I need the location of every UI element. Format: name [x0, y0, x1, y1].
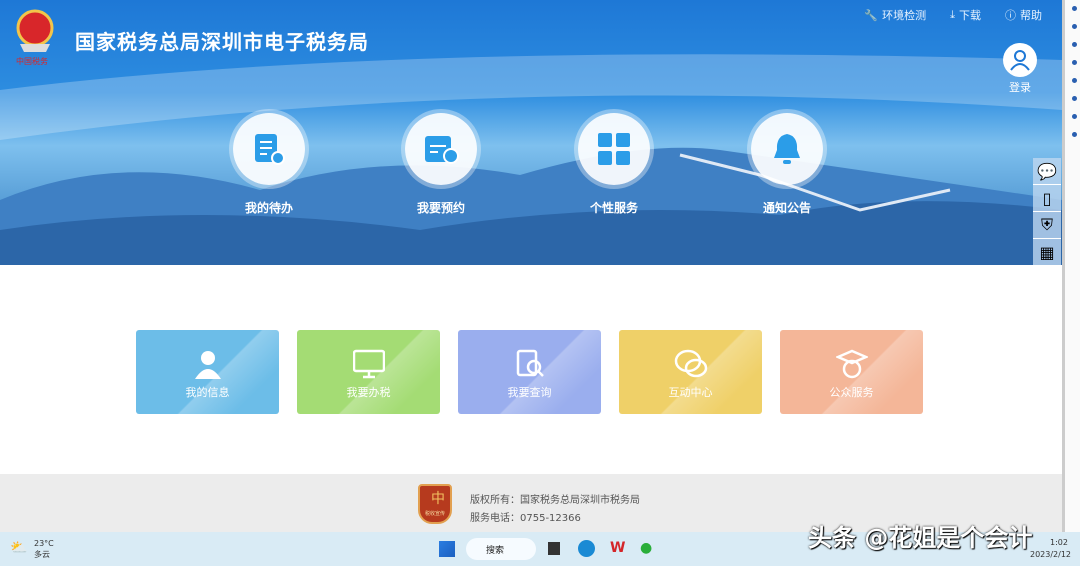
wechat-app-icon[interactable]: ● — [640, 540, 652, 556]
mobile-icon[interactable]: ▯ — [1033, 185, 1061, 212]
nav-my-todo[interactable]: 我的待办 — [219, 113, 319, 216]
clock-time[interactable]: 1:02 — [1050, 538, 1068, 547]
taskbar-search[interactable]: 搜索 — [466, 538, 536, 560]
banner: 中国税务 国家税务总局深圳市电子税务局 🔧 环境检测 ⤓ 下载 ⓘ 帮助 登录 我的待… — [0, 0, 1062, 265]
help-icon: ⓘ — [1005, 9, 1016, 22]
grid-icon — [578, 113, 650, 185]
bell-icon — [751, 113, 823, 185]
clock-date[interactable]: 2023/2/12 — [1030, 550, 1071, 559]
calendar-icon — [405, 113, 477, 185]
cloud-icon: ⛅ — [10, 540, 28, 556]
watermark: 头条 @花姐是个会计 — [808, 524, 1033, 552]
wechat-icon[interactable]: 💬 — [1033, 158, 1061, 185]
search-doc-icon — [458, 348, 601, 380]
login-button[interactable]: 登录 — [1002, 43, 1038, 95]
tax-emblem-logo: 中国税务 — [12, 8, 58, 66]
wrench-icon: 🔧 — [864, 8, 879, 22]
tax-badge-logo: 中 税收宣传 — [418, 484, 452, 524]
side-panel — [1062, 0, 1080, 532]
tile-file-tax[interactable]: 我要办税 — [297, 330, 440, 414]
windows-start-icon[interactable] — [439, 541, 455, 557]
copyright-text: 版权所有：国家税务总局深圳市税务局 — [470, 495, 640, 506]
site-title: 国家税务总局深圳市电子税务局 — [75, 30, 369, 54]
badge-text: 税收宣传 — [424, 511, 445, 517]
edge-icon[interactable] — [578, 540, 595, 557]
side-toolbar: 💬 ▯ ⛨ ▦ — [1033, 158, 1061, 266]
download-icon: ⤓ — [950, 8, 955, 21]
help-link[interactable]: ⓘ 帮助 — [1005, 7, 1042, 23]
svg-text:中国税务: 中国税务 — [16, 56, 48, 66]
user-icon — [1003, 43, 1037, 77]
nav-notice[interactable]: 通知公告 — [737, 113, 837, 216]
tile-my-info[interactable]: 我的信息 — [136, 330, 279, 414]
tile-public-service[interactable]: 公众服务 — [780, 330, 923, 414]
weather-widget[interactable]: 23°C 多云 — [34, 538, 54, 560]
badge-symbol: 中 — [431, 491, 445, 507]
tile-query[interactable]: 我要查询 — [458, 330, 601, 414]
download-link[interactable]: ⤓ 下载 — [950, 7, 981, 23]
shield-icon[interactable]: ⛨ — [1033, 212, 1061, 239]
tile-interaction[interactable]: 互动中心 — [619, 330, 762, 414]
nav-personal-service[interactable]: 个性服务 — [564, 113, 664, 216]
chat-icon — [619, 348, 762, 380]
wps-icon[interactable]: W — [610, 540, 625, 556]
env-check-link[interactable]: 🔧 环境检测 — [864, 7, 926, 23]
graduate-icon — [780, 348, 923, 380]
phone-text: 服务电话：0755-12366 — [470, 513, 581, 524]
terminal-icon[interactable]: ▦ — [1033, 239, 1061, 266]
nav-appointment[interactable]: 我要预约 — [391, 113, 491, 216]
monitor-icon — [297, 348, 440, 380]
person-icon — [136, 348, 279, 380]
task-view-icon[interactable] — [548, 542, 560, 555]
todo-icon — [233, 113, 305, 185]
